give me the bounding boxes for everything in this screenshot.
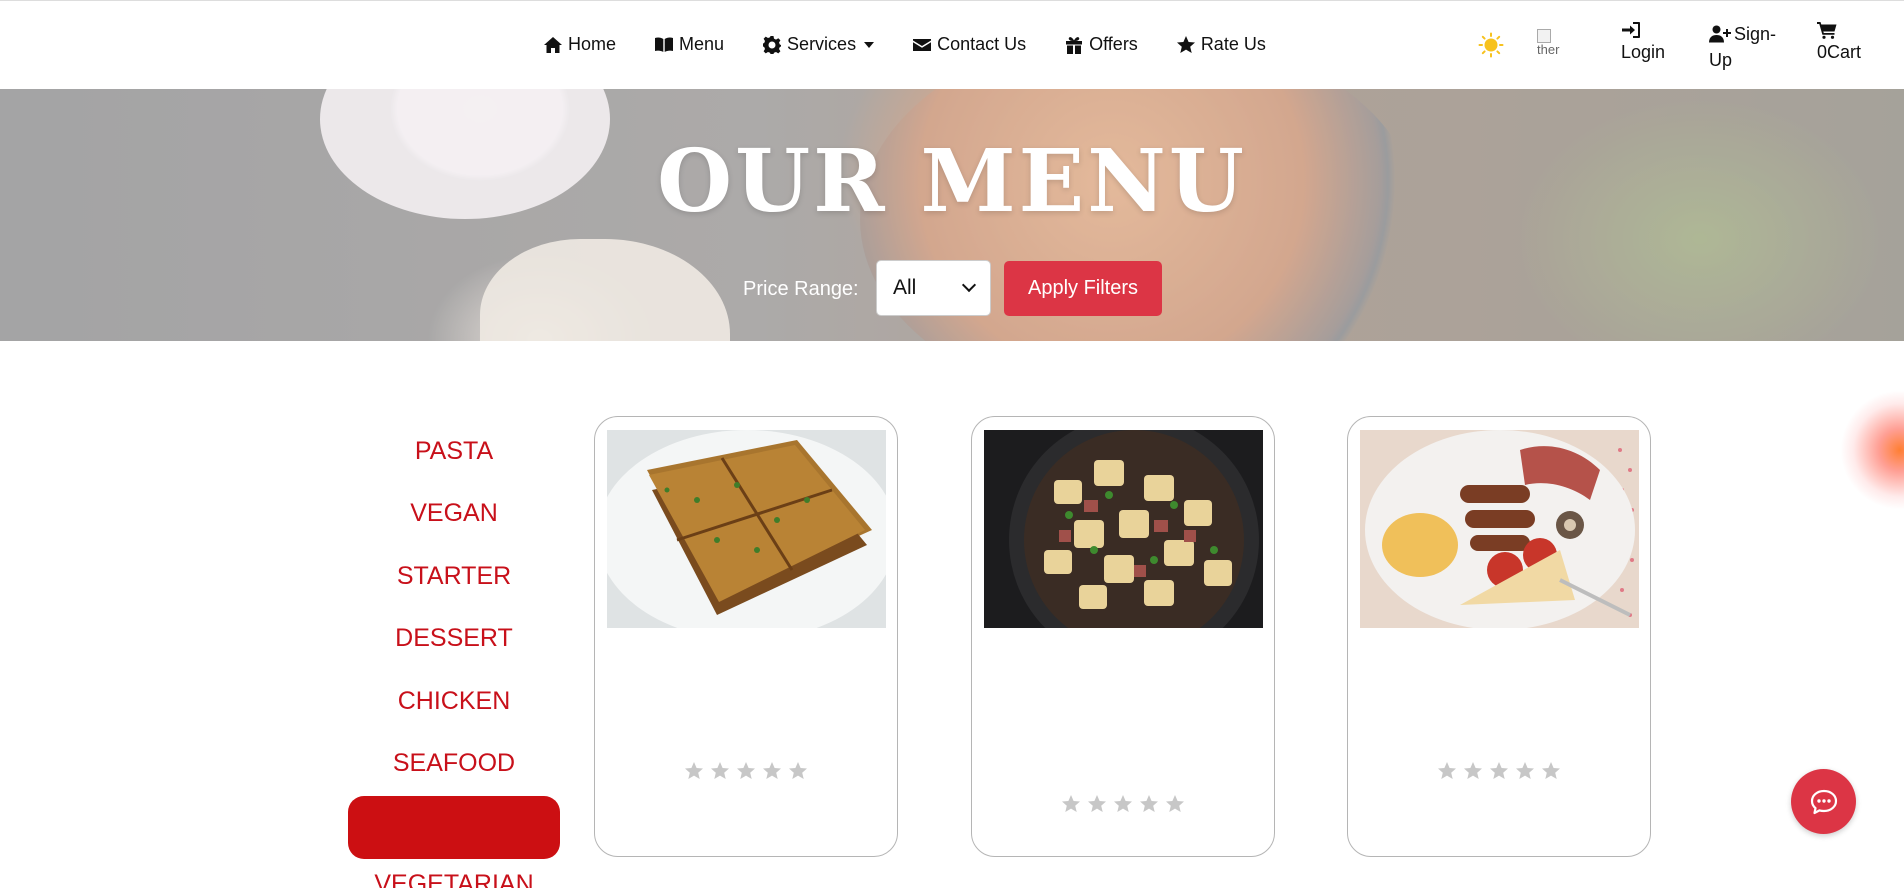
category-list: PASTA VEGAN STARTER DESSERT CHICKEN SEAF…: [348, 420, 560, 888]
nav-contact[interactable]: Contact Us: [912, 34, 1026, 55]
category-chicken[interactable]: CHICKEN: [348, 670, 560, 733]
star-icon: [1176, 35, 1195, 53]
price-range-value: All: [893, 276, 917, 299]
rating-stars[interactable]: [595, 761, 897, 781]
sun-icon: [1478, 32, 1504, 58]
category-vegetarian[interactable]: VEGETARIAN: [348, 859, 560, 888]
login-link[interactable]: Login: [1621, 21, 1665, 65]
star-empty-icon: [1490, 762, 1508, 779]
nav-services-label: Services: [787, 34, 857, 54]
potato-hash-skillet-photo: [984, 430, 1263, 628]
home-icon: [544, 36, 562, 53]
star-empty-icon: [1542, 762, 1560, 779]
theme-toggle[interactable]: [1478, 32, 1504, 58]
theme-image-alt: ther: [1537, 41, 1560, 57]
star-empty-icon: [1140, 795, 1158, 812]
nav-rate-us[interactable]: Rate Us: [1176, 34, 1266, 55]
category-starter[interactable]: STARTER: [348, 545, 560, 608]
nav-services-dropdown[interactable]: Services: [762, 34, 875, 55]
price-range-label: Price Range:: [743, 278, 859, 300]
star-empty-icon: [1464, 762, 1482, 779]
star-empty-icon: [1438, 762, 1456, 779]
chat-button[interactable]: [1791, 769, 1856, 834]
cart-label: Cart: [1827, 42, 1862, 62]
page-title: OUR MENU: [657, 131, 1247, 232]
menu-hero-banner: OUR MENU Price Range: All Apply Filters: [0, 89, 1904, 341]
signup-label-2: Up: [1709, 50, 1733, 70]
category-dessert[interactable]: DESSERT: [348, 608, 560, 671]
nav-rate-us-label: Rate Us: [1200, 34, 1266, 54]
chat-bubble-icon: [1810, 789, 1837, 814]
nav-contact-label: Contact Us: [937, 34, 1027, 54]
nav-links: Home Menu Services Contact Us Offers Rat…: [543, 34, 1304, 55]
category-seafood[interactable]: SEAFOOD: [348, 733, 560, 796]
rating-stars[interactable]: [972, 794, 1274, 814]
cart-link[interactable]: 0Cart: [1817, 21, 1861, 65]
nav-home-label: Home: [568, 34, 617, 54]
french-toast-photo: [607, 430, 886, 628]
envelope-icon: [913, 38, 932, 51]
star-empty-icon: [1088, 795, 1106, 812]
caret-down-icon: [864, 41, 875, 48]
theme-image-broken[interactable]: ther: [1537, 28, 1571, 62]
star-empty-icon: [1114, 795, 1132, 812]
gift-icon: [1066, 36, 1083, 54]
star-empty-icon: [1062, 795, 1080, 812]
login-label: Login: [1621, 42, 1666, 62]
menu-card[interactable]: [971, 416, 1275, 857]
star-empty-icon: [711, 762, 729, 779]
apply-filters-button[interactable]: Apply Filters: [1004, 261, 1162, 316]
nav-menu-label: Menu: [679, 34, 725, 54]
category-vegan[interactable]: VEGAN: [348, 483, 560, 546]
sign-in-icon: [1622, 22, 1640, 38]
rating-stars[interactable]: [1348, 761, 1650, 781]
star-empty-icon: [685, 762, 703, 779]
menu-card[interactable]: [594, 416, 898, 857]
gear-icon: [763, 35, 782, 54]
star-empty-icon: [737, 762, 755, 779]
category-pasta[interactable]: PASTA: [348, 420, 560, 483]
full-breakfast-plate-photo: [1360, 430, 1639, 628]
price-range-select[interactable]: All: [876, 260, 991, 316]
nav-home[interactable]: Home: [543, 34, 616, 55]
menu-card[interactable]: [1347, 416, 1651, 857]
book-icon: [655, 36, 674, 52]
star-empty-icon: [789, 762, 807, 779]
chevron-down-icon: [961, 277, 977, 293]
nav-menu[interactable]: Menu: [654, 34, 724, 55]
cursor-glow-effect: [1840, 390, 1904, 510]
star-empty-icon: [1516, 762, 1534, 779]
user-plus-icon: [1709, 25, 1731, 43]
broken-image-icon: [1537, 28, 1551, 43]
signup-link[interactable]: Sign- Up: [1709, 21, 1776, 73]
category-active[interactable]: [348, 796, 560, 859]
cart-count: 0: [1817, 42, 1828, 62]
nav-offers-label: Offers: [1089, 34, 1138, 54]
star-empty-icon: [1166, 795, 1184, 812]
navbar: Home Menu Services Contact Us Offers Rat…: [0, 0, 1904, 89]
star-empty-icon: [763, 762, 781, 779]
cart-icon: [1817, 22, 1837, 39]
nav-offers[interactable]: Offers: [1064, 34, 1138, 55]
signup-label-1: Sign-: [1734, 24, 1777, 44]
